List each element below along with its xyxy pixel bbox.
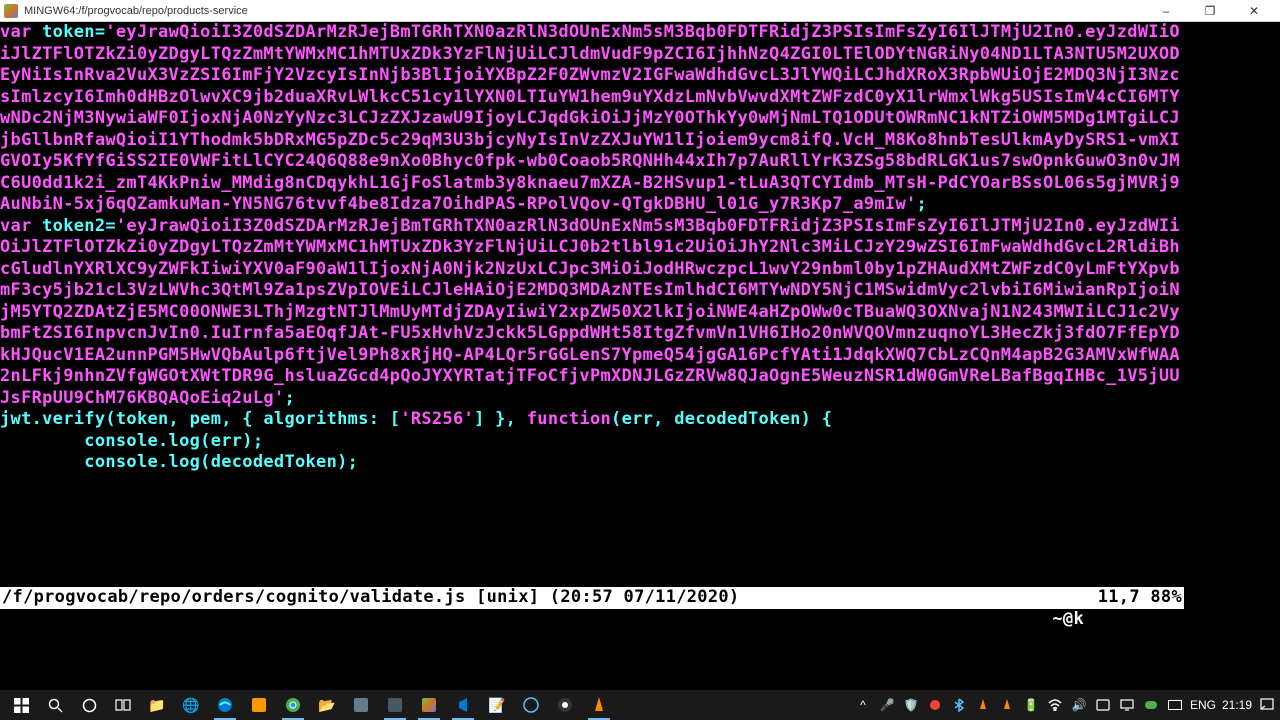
code-content: var token='eyJrawQioiI3Z0dSZDArMzRJejBmT… (0, 22, 1184, 474)
task-view-icon[interactable] (106, 690, 140, 720)
console-log-token: console.log(decodedToken); (0, 452, 358, 472)
token2-identifier: token2= (32, 216, 116, 236)
tray-chevron-icon[interactable]: ^ (854, 696, 872, 714)
window-titlebar: MINGW64:/f/progvocab/repo/products-servi… (0, 0, 1280, 22)
app-icon-1[interactable] (344, 690, 378, 720)
app-icon-2[interactable] (378, 690, 412, 720)
minimize-button[interactable]: – (1144, 0, 1188, 22)
start-button[interactable] (4, 690, 38, 720)
verify-call: jwt.verify(token, pem, { algorithms: [ (0, 409, 400, 429)
token-identifier: token= (32, 22, 106, 42)
vim-statusbar: /f/progvocab/repo/orders/cognito/validat… (0, 587, 1184, 609)
onedrive-icon[interactable] (1142, 696, 1160, 714)
var-keyword: var (0, 216, 32, 236)
status-position: 11,7 88% (1098, 587, 1182, 609)
var-keyword: var (0, 22, 32, 42)
volume-icon[interactable]: 🔊 (1070, 696, 1088, 714)
edge-icon[interactable] (208, 690, 242, 720)
notifications-icon[interactable] (1258, 696, 1276, 714)
mic-icon[interactable]: 🎤 (878, 696, 896, 714)
console-log-err: console.log(err); (0, 431, 263, 451)
terminal-icon (4, 4, 18, 18)
maximize-button[interactable]: ❐ (1188, 0, 1232, 22)
edge-legacy-icon[interactable]: 🌐 (174, 690, 208, 720)
vscode-icon[interactable] (446, 690, 480, 720)
file-explorer-icon[interactable]: 📁 (140, 690, 174, 720)
vlc-tray-icon[interactable] (974, 696, 992, 714)
touchpad-icon[interactable] (1094, 696, 1112, 714)
search-icon[interactable] (38, 690, 72, 720)
windows-taskbar[interactable]: 📁 🌐 📂 📝 ^ 🎤 🛡️ 🔋 🔊 ENG 21:19 (0, 690, 1280, 720)
obs-icon[interactable] (548, 690, 582, 720)
wifi-icon[interactable] (1046, 696, 1064, 714)
input-icon[interactable] (1166, 696, 1184, 714)
system-tray[interactable]: ^ 🎤 🛡️ 🔋 🔊 ENG 21:19 (854, 696, 1276, 714)
right-margin (1184, 22, 1280, 630)
token-string: 'eyJrawQioiI3Z0dSZDArMzRJejBmTGRhTXN0azR… (0, 22, 1180, 214)
bluetooth-icon[interactable] (950, 696, 968, 714)
battery-icon[interactable]: 🔋 (1022, 696, 1040, 714)
verify-mid: ] }, (474, 409, 527, 429)
clock[interactable]: 21:19 (1222, 698, 1252, 712)
terminal-area[interactable]: var token='eyJrawQioiI3Z0dSZDArMzRJejBmT… (0, 22, 1184, 630)
security-icon[interactable]: 🛡️ (902, 696, 920, 714)
function-args: (err, decodedToken) { (611, 409, 832, 429)
semicolon: ; (917, 194, 928, 214)
cortana-icon[interactable] (72, 690, 106, 720)
vim-cmdline: ~@k (0, 609, 1184, 630)
chrome-icon[interactable] (276, 690, 310, 720)
folder-icon[interactable]: 📂 (310, 690, 344, 720)
screen-icon[interactable] (1118, 696, 1136, 714)
close-button[interactable]: ✕ (1232, 0, 1276, 22)
window-title: MINGW64:/f/progvocab/repo/products-servi… (24, 5, 1144, 17)
browser-icon[interactable] (514, 690, 548, 720)
semicolon: ; (284, 388, 295, 408)
rs256-string: 'RS256' (400, 409, 474, 429)
function-keyword: function (527, 409, 611, 429)
sync-icon[interactable] (926, 696, 944, 714)
notepad-icon[interactable]: 📝 (480, 690, 514, 720)
status-file-info: /f/progvocab/repo/orders/cognito/validat… (2, 587, 1098, 609)
mintty-icon[interactable] (412, 690, 446, 720)
language-indicator[interactable]: ENG (1190, 698, 1216, 712)
token2-string: 'eyJrawQioiI3Z0dSZDArMzRJejBmTGRhTXN0azR… (0, 216, 1180, 408)
vlc-tray-icon-2[interactable] (998, 696, 1016, 714)
sublime-icon[interactable] (242, 690, 276, 720)
vlc-icon[interactable] (582, 690, 616, 720)
